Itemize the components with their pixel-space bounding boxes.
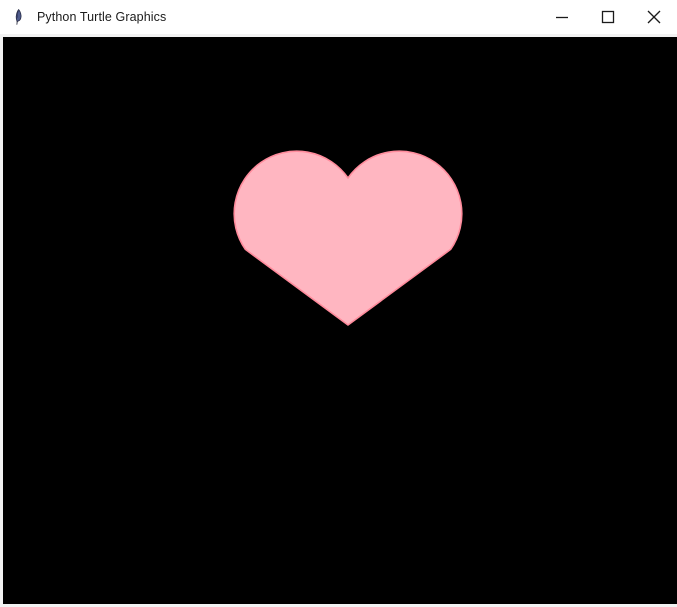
heart-path bbox=[233, 150, 463, 326]
window-titlebar[interactable]: Python Turtle Graphics bbox=[0, 0, 677, 35]
window-controls bbox=[539, 0, 677, 34]
python-feather-icon bbox=[9, 8, 27, 26]
maximize-button[interactable] bbox=[585, 0, 631, 34]
window-title: Python Turtle Graphics bbox=[37, 10, 167, 24]
heart-shape bbox=[233, 150, 463, 326]
close-icon bbox=[643, 6, 665, 28]
titlebar-spacer bbox=[166, 0, 539, 34]
close-button[interactable] bbox=[631, 0, 677, 34]
minimize-icon bbox=[551, 6, 573, 28]
minimize-button[interactable] bbox=[539, 0, 585, 34]
maximize-icon bbox=[597, 6, 619, 28]
turtle-graphics-window: Python Turtle Graphics bbox=[0, 0, 677, 607]
canvas-frame bbox=[0, 34, 677, 607]
turtle-drawing-canvas[interactable] bbox=[3, 37, 677, 604]
titlebar-left-group: Python Turtle Graphics bbox=[0, 0, 166, 34]
